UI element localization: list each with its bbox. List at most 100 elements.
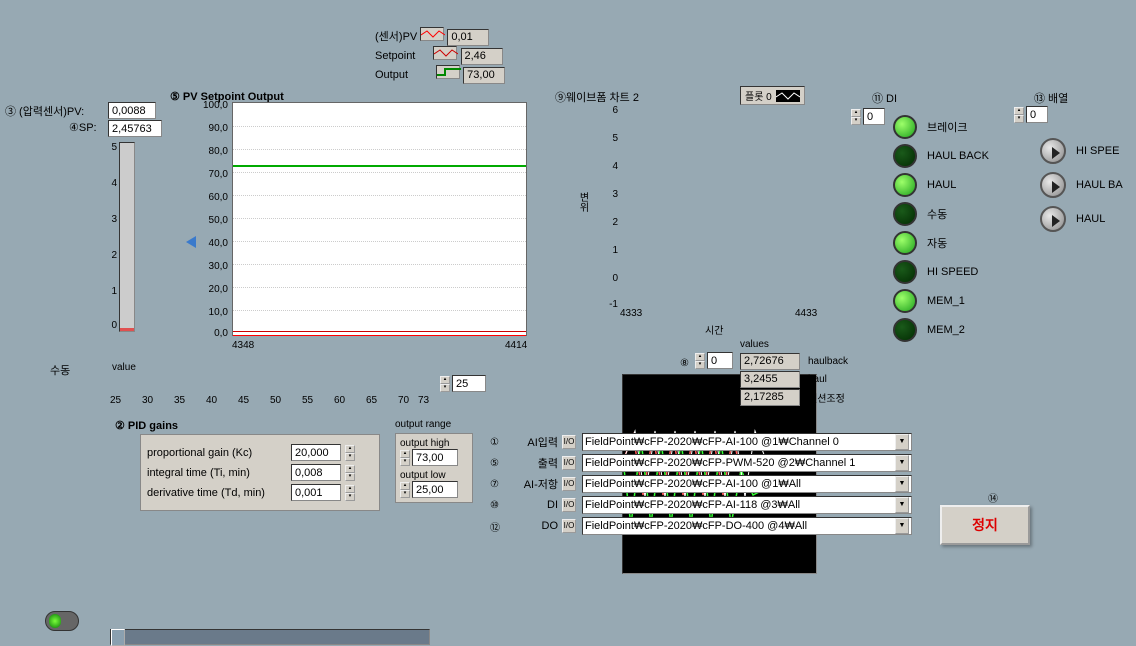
di-row: 브레이크 [893,115,989,139]
legend-out-row: Output 73,00 [375,65,505,84]
io-combo[interactable]: FieldPoint₩cFP-2020₩cFP-DO-400 @4₩All▼ [582,517,912,535]
io-icon[interactable]: I/O [562,498,576,512]
io-num: ⑤ [490,458,504,469]
io-label: DO [508,520,558,532]
di-idx[interactable]: ▴▾ [851,108,885,125]
io-combo-text: FieldPoint₩cFP-2020₩cFP-AI-118 @3₩All [585,499,800,511]
hslider[interactable] [110,629,430,645]
waveform-ylabel: 변위 [575,192,590,212]
io-label: AI입력 [508,434,558,450]
array-knob[interactable] [1040,172,1066,198]
pid-kc-input[interactable] [291,444,341,461]
array-title: ⑬ 배열 [1034,90,1068,106]
io-icon[interactable]: I/O [562,477,576,491]
pid-panel: proportional gain (Kc) ▴▾ integral time … [140,434,380,511]
array-knob-label: HI SPEE [1076,145,1119,157]
waveform-xstart: 4333 [620,308,642,319]
io-row: ⑦AI-저항I/OFieldPoint₩cFP-2020₩cFP-AI-100 … [490,475,912,493]
di-led [893,231,917,255]
manual-switch[interactable] [45,611,79,631]
chevron-down-icon[interactable]: ▼ [895,434,909,450]
array-row: HAUL BA [1040,172,1123,198]
vertical-slider[interactable]: 5 4 3 2 1 0 [105,142,135,332]
io-rows: ① AI입력 I/O FieldPoint₩cFP-2020₩cFP-AI-100 @… [490,430,912,538]
pv-chart [232,102,527,336]
legend-out-value: 73,00 [463,67,505,84]
io-row: ⑫ DO I/O FieldPoint₩cFP-2020₩cFP-DO-400 @4₩… [490,517,912,535]
legend-pv-line [420,27,444,41]
pv-chart-yaxis: 100,0 90,0 80,0 70,0 60,0 50,0 40,0 30,0… [175,100,230,340]
array-knobs: HI SPEE HAUL BA HAUL [1040,130,1123,240]
stop-button[interactable]: 정지 [940,505,1030,545]
io-row: ⑩DII/OFieldPoint₩cFP-2020₩cFP-AI-118 @3₩… [490,496,912,514]
di-led-label: 자동 [927,235,947,251]
io-icon[interactable]: I/O [562,456,576,470]
pressure-sp-input[interactable] [108,120,162,137]
io-combo[interactable]: FieldPoint₩cFP-2020₩cFP-AI-100 @1₩Channe… [582,433,912,451]
di-led-label: HAUL [927,179,956,191]
pid-ti-input[interactable] [291,464,341,481]
chevron-down-icon[interactable]: ▼ [895,455,909,471]
legend-pv-row: (센서)PV 0,01 [375,27,489,46]
pv-chart-pointer[interactable] [186,236,196,248]
di-led-label: HAUL BACK [927,150,989,162]
pid-kc-label: proportional gain (Kc) [147,447,287,459]
values-haulback: 2,72676 [740,353,800,370]
io-combo[interactable]: FieldPoint₩cFP-2020₩cFP-PWM-520 @2₩Chann… [582,454,912,472]
io-combo-text: FieldPoint₩cFP-2020₩cFP-PWM-520 @2₩Chann… [585,457,855,469]
output-range-panel: output high ▴▾ output low ▴▾ [395,433,473,503]
array-knob[interactable] [1040,206,1066,232]
legend-out-line [436,65,460,79]
io-num: ⑫ [490,519,504,534]
pressure-pv-input[interactable] [108,102,156,119]
values-num: ⑧ [680,358,689,369]
waveform-title: ⑨웨이브폼 차트 2 [555,89,639,105]
io-num: ⑦ [490,479,504,490]
pv-chart-xstart: 4348 [232,340,254,351]
stop-num: ⑭ [988,490,998,505]
values-idx[interactable]: ▴▾ [695,352,733,369]
output-high-input[interactable] [412,449,458,466]
di-row: HAUL BACK [893,144,989,168]
array-knob-label: HAUL BA [1076,179,1123,191]
output-low-input[interactable] [412,481,458,498]
output-low-label: output low [400,470,468,481]
io-num: ① [490,437,504,448]
io-icon[interactable]: I/O [562,435,576,449]
legend-pv-value: 0,01 [447,29,489,46]
io-combo[interactable]: FieldPoint₩cFP-2020₩cFP-AI-100 @1₩All ▼ [582,475,912,493]
di-row: 수동 [893,202,989,226]
di-led-label: HI SPEED [927,266,978,278]
array-knob[interactable] [1040,138,1066,164]
di-led [893,318,917,342]
di-led-label: MEM_2 [927,324,965,336]
legend-sp-value: 2,46 [461,48,503,65]
di-led [893,289,917,313]
manual-switch-label: 수동 [50,362,70,378]
chevron-down-icon[interactable]: ▼ [895,497,909,513]
array-idx[interactable]: ▴▾ [1014,106,1048,123]
io-combo-text: FieldPoint₩cFP-2020₩cFP-AI-100 @1₩All [585,478,801,490]
chevron-down-icon[interactable]: ▼ [895,518,909,534]
pressure-pv-label: ③ (압력센서)PV: [5,103,84,119]
di-led [893,115,917,139]
di-row: HAUL [893,173,989,197]
io-icon[interactable]: I/O [562,519,576,533]
io-label: DI [508,499,558,511]
pid-td-label: derivative time (Td, min) [147,487,287,499]
waveform-plot-combo[interactable]: 플롯 0 [740,86,805,105]
io-combo[interactable]: FieldPoint₩cFP-2020₩cFP-AI-118 @3₩All ▼ [582,496,912,514]
pid-td-input[interactable] [291,484,341,501]
waveform-xlabel: 시간 [705,322,723,337]
di-led [893,144,917,168]
di-row: MEM_2 [893,318,989,342]
pid-title: ② PID gains [115,419,178,432]
io-combo-text: FieldPoint₩cFP-2020₩cFP-AI-100 @1₩Channe… [585,436,839,448]
waveform-yaxis: 6 5 4 3 2 1 0 -1 [600,105,620,305]
chevron-down-icon[interactable]: ▼ [895,476,909,492]
array-knob-label: HAUL [1076,213,1105,225]
di-led [893,260,917,284]
hslider-value-box[interactable]: ▴▾ [440,375,486,392]
pid-ti-label: integral time (Ti, min) [147,467,287,479]
pv-chart-xend: 4414 [505,340,527,351]
